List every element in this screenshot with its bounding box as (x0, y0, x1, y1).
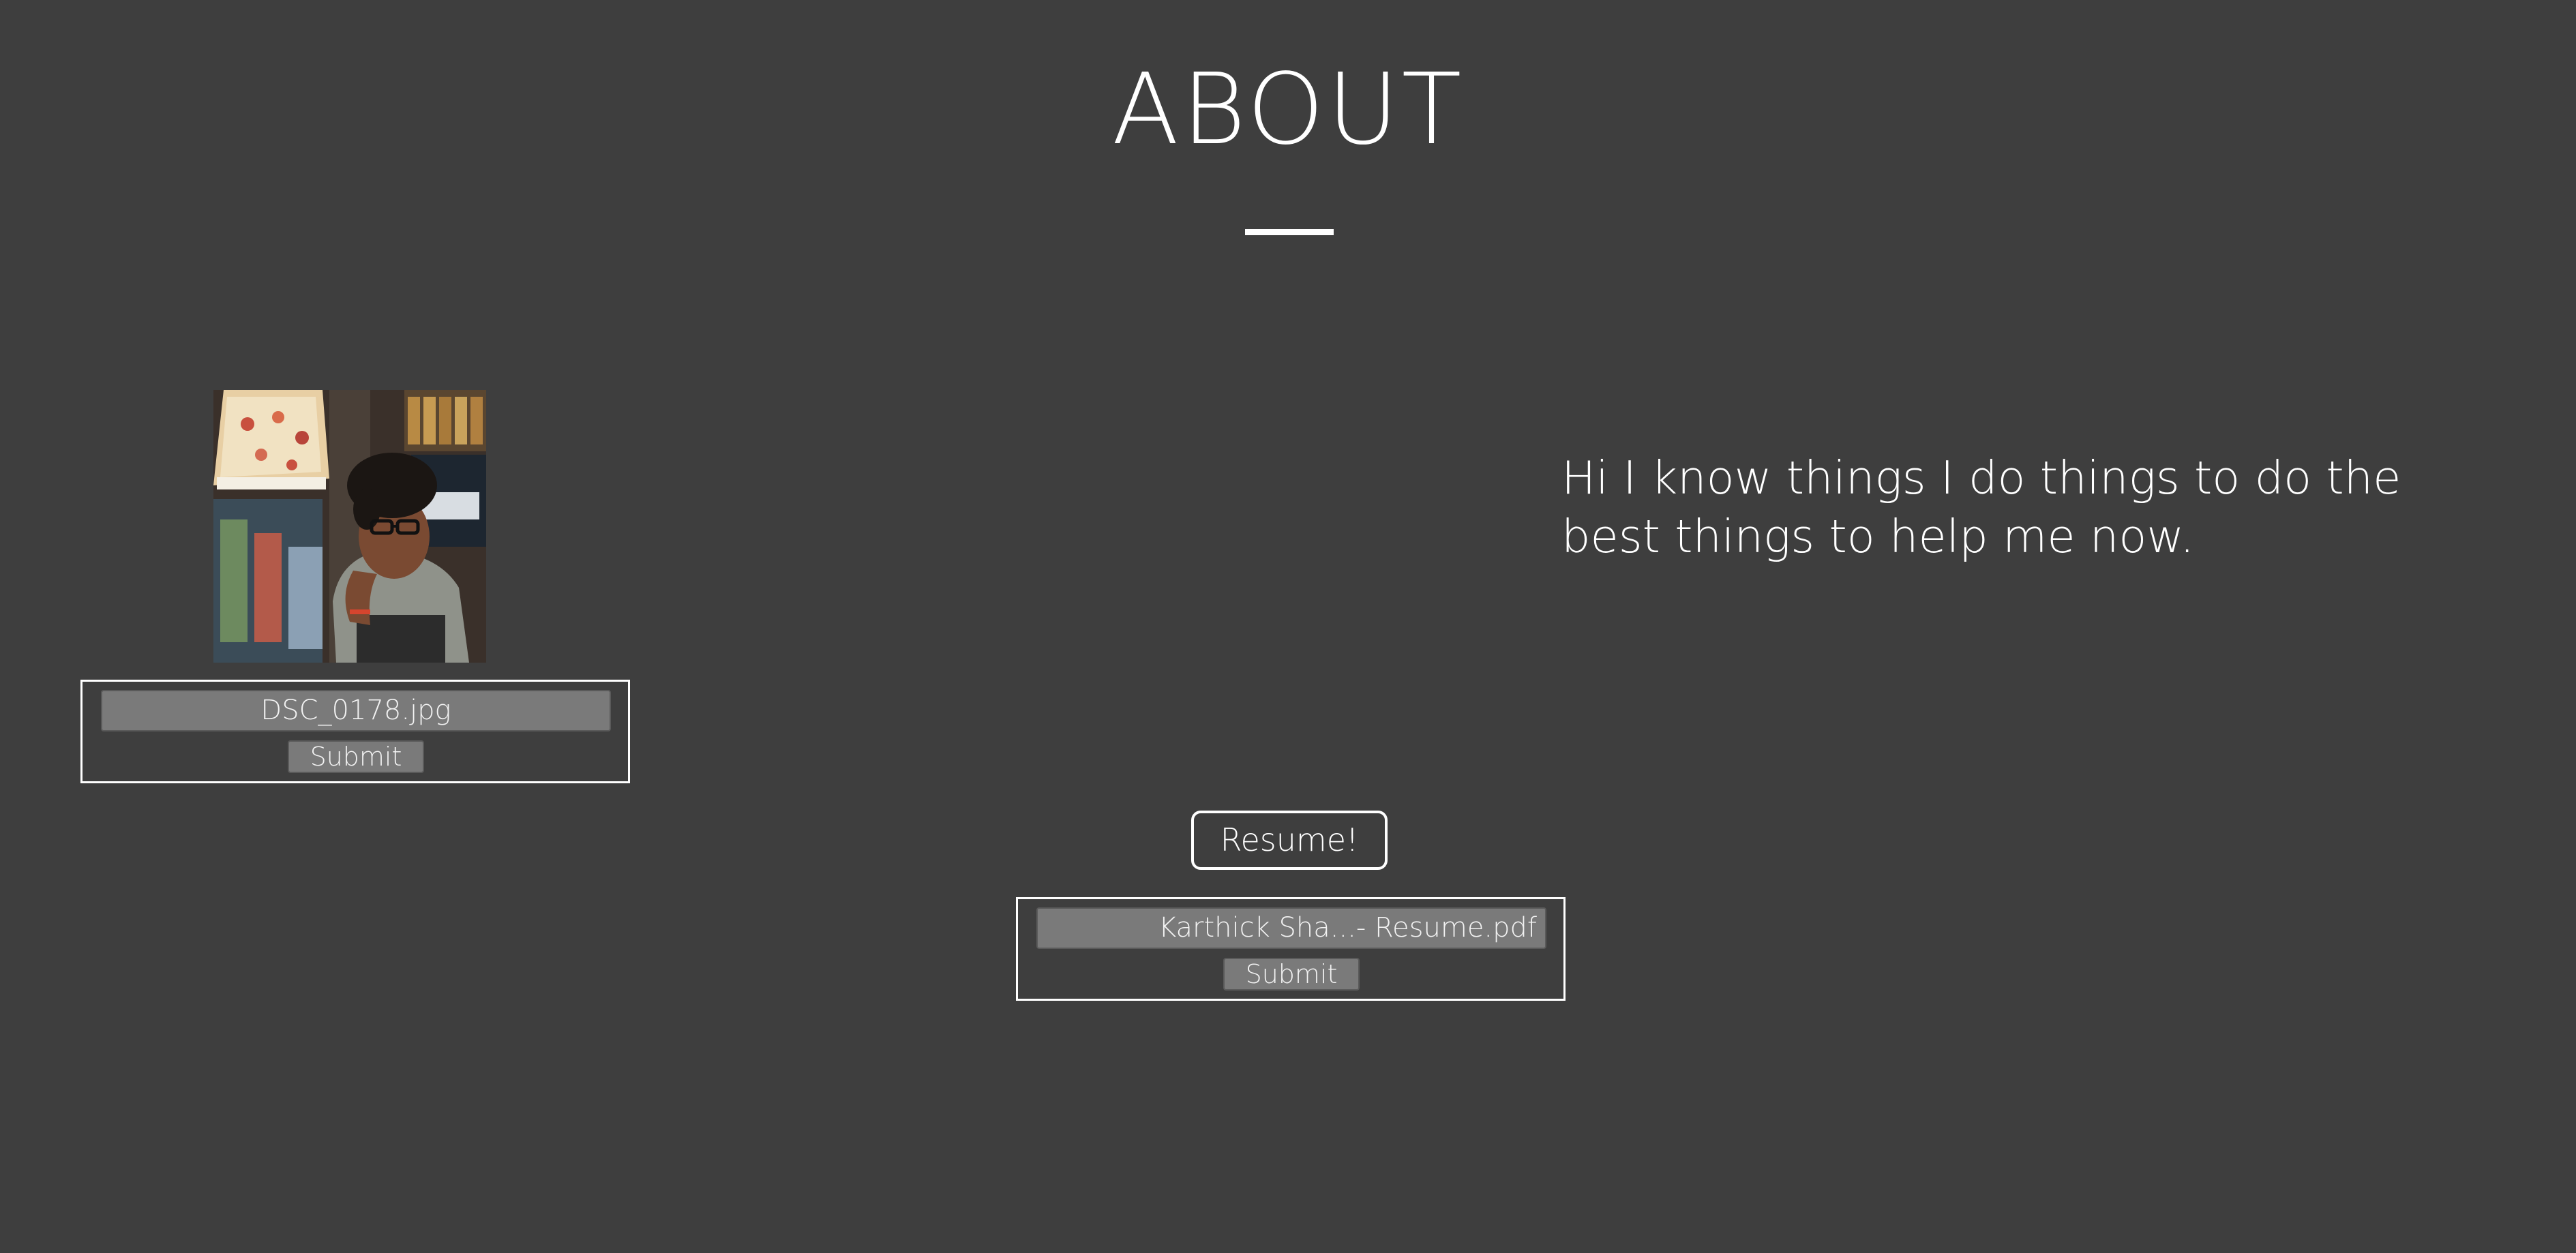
resume-upload-form: Karthick Sha...- Resume.pdf Submit (1016, 897, 1566, 1001)
resume-submit-button[interactable]: Submit (1223, 958, 1360, 991)
resume-file-input[interactable]: Karthick Sha...- Resume.pdf (1036, 907, 1546, 949)
about-page: ABOUT DSC_0178.jpg Submit Hi I know thin… (0, 0, 2576, 1253)
title-divider (1245, 229, 1334, 235)
resume-button[interactable]: Resume! (1191, 811, 1388, 870)
photo-upload-form: DSC_0178.jpg Submit (80, 680, 630, 783)
profile-photo (213, 390, 486, 663)
page-title: ABOUT (1111, 52, 1465, 166)
photo-file-input[interactable]: DSC_0178.jpg (101, 690, 611, 731)
photo-submit-button[interactable]: Submit (288, 740, 424, 773)
about-text: Hi I know things I do things to do the b… (1561, 451, 2401, 563)
